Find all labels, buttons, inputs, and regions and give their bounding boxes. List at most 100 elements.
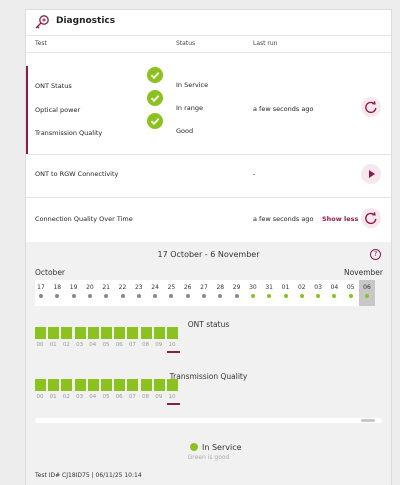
day-number: 20 [86, 284, 94, 291]
rerun-button[interactable] [361, 208, 381, 228]
day-status-dot [267, 294, 272, 298]
day-number: 05 [346, 284, 355, 291]
hour-status-block[interactable] [114, 327, 126, 339]
hour-status-block[interactable] [87, 327, 99, 339]
hour-status-block[interactable] [74, 327, 86, 339]
divider [26, 197, 391, 198]
hour-status-block[interactable] [101, 379, 112, 391]
hour-label: 09 [155, 342, 163, 348]
legend-note: Green is good [187, 454, 230, 461]
scrollbar-thumb[interactable] [361, 419, 375, 422]
day-number: 22 [118, 284, 127, 291]
hour-status-block[interactable] [48, 327, 60, 339]
hour-status-block[interactable] [140, 379, 152, 391]
day-item[interactable]: 23 [133, 284, 145, 298]
check-icon [147, 113, 163, 129]
show-less-link[interactable]: Show less [322, 215, 358, 223]
hour-status-block[interactable] [114, 379, 126, 391]
hour-label: 02 [62, 394, 70, 400]
day-item[interactable]: 18 [51, 284, 63, 298]
quality-last-run: a few seconds ago [253, 215, 314, 223]
hour-label: 00 [36, 394, 44, 400]
hour-label: 05 [102, 342, 110, 348]
hour-label: 06 [115, 342, 123, 348]
day-item[interactable]: 02 [296, 284, 308, 298]
connectivity-label: ONT to RGW Connectivity [35, 170, 119, 178]
day-number: 25 [167, 284, 176, 291]
hour-label: 01 [49, 342, 57, 348]
hour-status-block[interactable] [153, 327, 165, 339]
hour-label: 08 [142, 342, 150, 348]
day-status-dot [104, 294, 109, 298]
connectivity-last-run: - [253, 170, 256, 178]
hour-status-block[interactable] [101, 327, 112, 339]
divider [26, 154, 391, 155]
hour-label: 05 [102, 394, 110, 400]
day-number: 21 [102, 284, 110, 291]
hour-label: 10 [168, 342, 176, 348]
day-item[interactable]: 31 [263, 284, 275, 298]
hour-label: 08 [142, 394, 150, 400]
day-item[interactable]: 06 [361, 284, 373, 298]
hour-status-block[interactable] [167, 379, 178, 391]
month-label-right: November [343, 268, 383, 277]
hour-status-block[interactable] [167, 327, 178, 339]
day-status-dot [153, 294, 158, 298]
day-item[interactable]: 20 [84, 284, 96, 298]
check-icon [147, 90, 163, 106]
hour-status-block[interactable] [35, 327, 46, 339]
day-number: 03 [314, 284, 322, 291]
hour-status-block[interactable] [127, 327, 139, 339]
hour-status-block[interactable] [127, 379, 139, 391]
day-item[interactable]: 04 [328, 284, 340, 298]
day-item[interactable]: 30 [247, 284, 259, 298]
hour-status-block[interactable] [61, 327, 73, 339]
day-item[interactable]: 03 [312, 284, 324, 298]
rerun-button[interactable] [361, 97, 381, 117]
ont-status-label: ONT Status [35, 82, 72, 90]
day-item[interactable]: 17 [35, 284, 47, 298]
hour-status-block[interactable] [35, 379, 46, 391]
divider [26, 35, 391, 36]
current-hour-marker [167, 403, 180, 405]
optical-power-value: In range [176, 104, 204, 112]
day-item[interactable]: 21 [100, 284, 112, 298]
play-icon [369, 170, 375, 178]
rerun-icon [365, 212, 377, 225]
hour-label: 01 [49, 394, 57, 400]
day-status-dot [299, 294, 304, 298]
day-item[interactable]: 05 [345, 284, 357, 298]
hour-status-block[interactable] [140, 327, 152, 339]
day-item[interactable]: 26 [182, 284, 194, 298]
hour-status-block[interactable] [74, 379, 86, 391]
day-number: 01 [281, 284, 290, 291]
day-status-dot [234, 294, 239, 298]
hour-status-block[interactable] [153, 379, 165, 391]
column-header-test: Test [35, 40, 47, 47]
day-status-dot [218, 294, 223, 298]
help-icon[interactable]: ? [370, 249, 381, 260]
day-status-dot [87, 294, 92, 298]
diagnostics-key-icon [34, 14, 50, 30]
day-item[interactable]: 01 [280, 284, 292, 298]
hour-status-block[interactable] [87, 379, 99, 391]
card-title: Diagnostics [56, 16, 116, 26]
day-item[interactable]: 19 [68, 284, 80, 298]
column-header-status: Status [176, 40, 196, 47]
current-hour-marker [167, 351, 180, 353]
day-item[interactable]: 27 [198, 284, 210, 298]
day-item[interactable]: 29 [231, 284, 243, 298]
day-status-dot [348, 294, 353, 298]
day-item[interactable]: 25 [165, 284, 177, 298]
day-item[interactable]: 22 [117, 284, 129, 298]
horizontal-scrollbar[interactable] [35, 418, 382, 423]
hour-status-block[interactable] [61, 379, 73, 391]
day-item[interactable]: 24 [149, 284, 161, 298]
day-item[interactable]: 28 [214, 284, 226, 298]
hour-label: 10 [168, 394, 176, 400]
hour-status-block[interactable] [48, 379, 60, 391]
day-number: 23 [134, 284, 143, 291]
hour-label: 04 [89, 342, 97, 348]
day-number: 18 [53, 284, 62, 291]
run-test-button[interactable] [361, 164, 381, 184]
